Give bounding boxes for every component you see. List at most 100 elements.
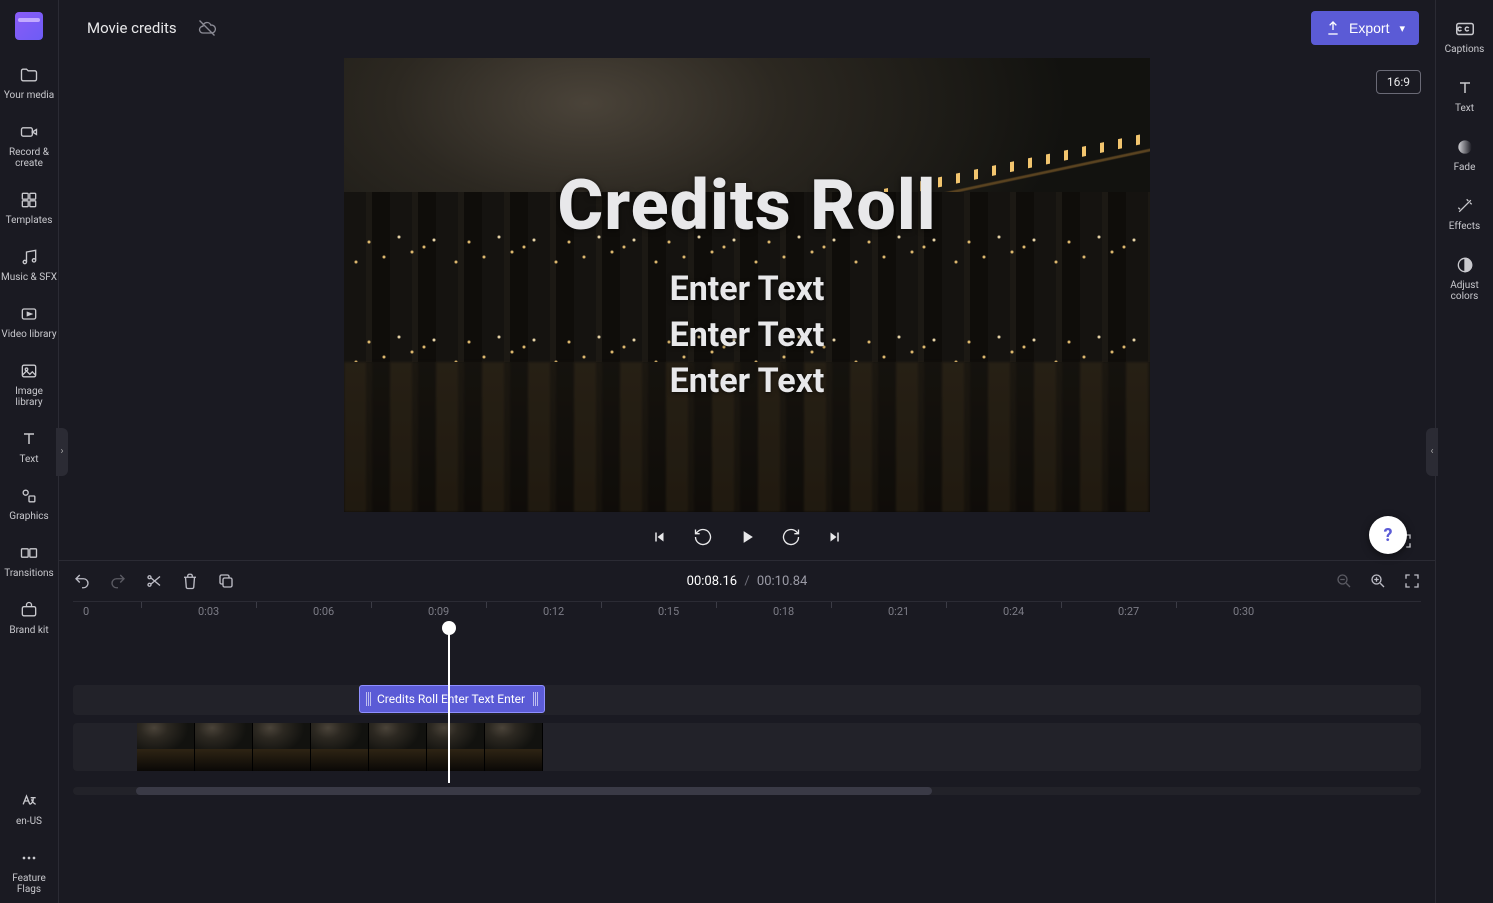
- clip-trim-right-handle[interactable]: [533, 692, 538, 706]
- sidebar-item-brand-kit[interactable]: Brand kit: [0, 593, 59, 644]
- ruler-tick: 0:12: [543, 605, 564, 618]
- right-item-label: Adjust colors: [1450, 280, 1479, 302]
- fit-timeline-button[interactable]: [1403, 572, 1421, 590]
- sidebar-item-text[interactable]: Text: [0, 422, 59, 473]
- credits-title: Credits Roll: [557, 165, 936, 247]
- sidebar-item-templates[interactable]: Templates: [0, 183, 59, 234]
- upload-icon: [1325, 20, 1341, 36]
- camera-icon: [18, 121, 40, 143]
- timeline-scrollbar[interactable]: [73, 787, 1421, 795]
- app-logo[interactable]: [15, 12, 43, 40]
- skip-end-button[interactable]: [824, 526, 846, 548]
- sidebar-item-label: Feature Flags: [12, 873, 46, 895]
- video-thumb: [311, 723, 369, 771]
- right-item-label: Fade: [1454, 162, 1476, 173]
- image-icon: [18, 360, 40, 382]
- duplicate-button[interactable]: [217, 572, 235, 590]
- ruler-tick: 0: [83, 605, 89, 618]
- right-sidebar: Captions Text Fade Effects Adjust colors…: [1435, 0, 1493, 903]
- text-icon: [18, 428, 40, 450]
- timeline-ruler[interactable]: 00:030:060:090:120:150:180:210:240:270:3…: [73, 601, 1421, 627]
- music-icon: [18, 246, 40, 268]
- timeline-panel: 00:08.16 / 00:10.84 00:030:060:090:120:1…: [59, 560, 1435, 903]
- right-item-text[interactable]: Text: [1436, 69, 1493, 124]
- templates-icon: [18, 189, 40, 211]
- export-label: Export: [1349, 20, 1389, 36]
- text-clip[interactable]: Credits Roll Enter Text Enter: [359, 685, 545, 713]
- credits-line-1: Enter Text: [670, 267, 825, 313]
- redo-button[interactable]: [109, 572, 127, 590]
- chevron-down-icon: ▾: [1399, 22, 1405, 35]
- text-track[interactable]: Credits Roll Enter Text Enter: [73, 685, 1421, 715]
- right-panel-expand-handle[interactable]: ‹: [1426, 428, 1438, 476]
- transitions-icon: [18, 542, 40, 564]
- video-thumb: [253, 723, 311, 771]
- video-thumb: [485, 723, 543, 771]
- sidebar-item-image-library[interactable]: Image library: [0, 354, 59, 416]
- project-title[interactable]: Movie credits: [87, 19, 177, 37]
- sidebar-item-label: en-US: [16, 816, 42, 827]
- rewind-5-button[interactable]: [692, 526, 714, 548]
- zoom-out-button[interactable]: [1335, 572, 1353, 590]
- right-item-label: Captions: [1445, 44, 1485, 55]
- timeline-scroll-handle[interactable]: [136, 787, 932, 795]
- graphics-icon: [18, 485, 40, 507]
- sidebar-item-label: Text: [19, 454, 38, 465]
- ruler-tick: 0:24: [1003, 605, 1024, 618]
- split-button[interactable]: [145, 572, 163, 590]
- text-clip-label: Credits Roll Enter Text Enter: [377, 692, 525, 706]
- right-item-adjust-colors[interactable]: Adjust colors: [1436, 246, 1493, 312]
- forward-5-button[interactable]: [780, 526, 802, 548]
- play-button[interactable]: [736, 526, 758, 548]
- preview-area: 16:9 Credits Roll Enter Text Enter Text …: [59, 56, 1435, 560]
- adjust-colors-icon: [1454, 254, 1476, 276]
- total-time: 00:10.84: [757, 574, 807, 589]
- sidebar-item-label: Templates: [6, 215, 53, 226]
- undo-button[interactable]: [73, 572, 91, 590]
- skip-start-button[interactable]: [648, 526, 670, 548]
- sidebar-item-graphics[interactable]: Graphics: [0, 479, 59, 530]
- sidebar-item-transitions[interactable]: Transitions: [0, 536, 59, 587]
- ruler-tick: 0:15: [658, 605, 679, 618]
- question-mark-icon: ?: [1384, 525, 1393, 546]
- preview-canvas[interactable]: Credits Roll Enter Text Enter Text Enter…: [344, 58, 1150, 512]
- sidebar-item-video-library[interactable]: Video library: [0, 297, 59, 348]
- sidebar-item-your-media[interactable]: Your media: [0, 58, 59, 109]
- video-thumb: [427, 723, 485, 771]
- export-button[interactable]: Export ▾: [1311, 11, 1419, 45]
- sidebar-item-locale[interactable]: en-US: [0, 784, 59, 835]
- sidebar-item-label: Graphics: [9, 511, 48, 522]
- text-icon: [1454, 77, 1476, 99]
- video-thumb: [369, 723, 427, 771]
- video-clip[interactable]: [137, 723, 543, 771]
- video-track[interactable]: [73, 723, 1421, 771]
- sidebar-item-label: Video library: [1, 329, 56, 340]
- topbar: Movie credits Export ▾: [59, 0, 1435, 56]
- main-column: Movie credits Export ▾ 16:9 Credits Roll…: [59, 0, 1435, 903]
- sidebar-item-record-create[interactable]: Record & create: [0, 115, 59, 177]
- sidebar-item-label: Your media: [4, 90, 54, 101]
- current-time: 00:08.16: [687, 574, 737, 589]
- right-item-captions[interactable]: Captions: [1436, 10, 1493, 65]
- right-item-fade[interactable]: Fade: [1436, 128, 1493, 183]
- help-button[interactable]: ?: [1369, 516, 1407, 554]
- sidebar-item-feature-flags[interactable]: Feature Flags: [0, 841, 59, 903]
- locale-icon: [18, 790, 40, 812]
- sidebar-item-label: Record & create: [9, 147, 49, 169]
- effects-icon: [1454, 195, 1476, 217]
- cloud-off-icon[interactable]: [197, 18, 217, 38]
- clip-trim-left-handle[interactable]: [366, 692, 371, 706]
- video-library-icon: [18, 303, 40, 325]
- credits-text-overlay[interactable]: Credits Roll Enter Text Enter Text Enter…: [344, 58, 1150, 512]
- ruler-tick: 0:09: [428, 605, 449, 618]
- sidebar-item-label: Image library: [15, 386, 43, 408]
- folder-icon: [18, 64, 40, 86]
- sidebar-item-music-sfx[interactable]: Music & SFX: [0, 240, 59, 291]
- right-item-label: Effects: [1449, 221, 1480, 232]
- playhead[interactable]: [448, 627, 450, 783]
- delete-button[interactable]: [181, 572, 199, 590]
- aspect-ratio-button[interactable]: 16:9: [1376, 70, 1421, 94]
- timeline-tracks: Credits Roll Enter Text Enter: [73, 627, 1421, 783]
- right-item-effects[interactable]: Effects: [1436, 187, 1493, 242]
- zoom-in-button[interactable]: [1369, 572, 1387, 590]
